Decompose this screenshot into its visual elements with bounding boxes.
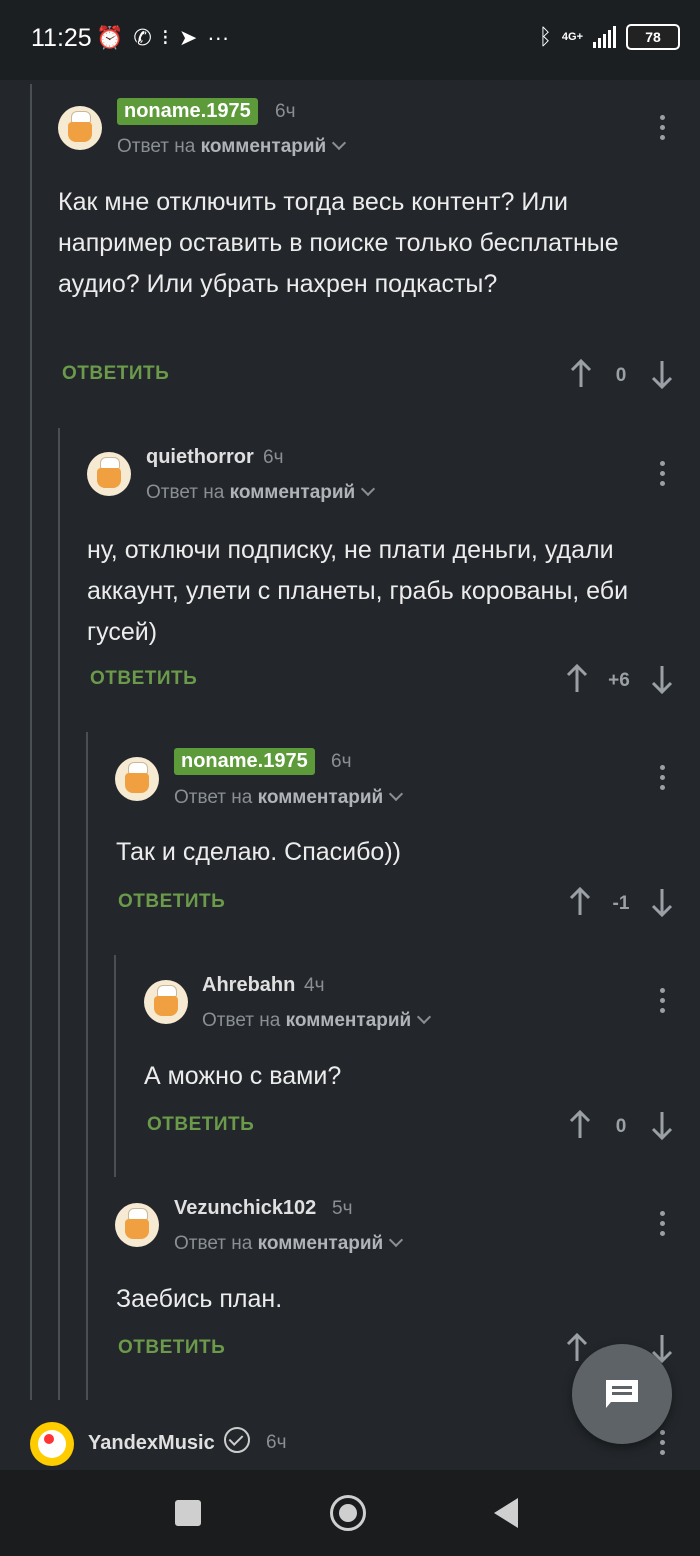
reply-to[interactable]: Ответ на комментарий [174, 786, 404, 809]
comment-fab-button[interactable] [572, 1344, 672, 1444]
thread-line [86, 732, 88, 1400]
vote-count: 0 [615, 1116, 627, 1137]
upvote-icon[interactable] [565, 664, 589, 694]
system-nav-bar [0, 1470, 700, 1556]
downvote-icon[interactable] [650, 359, 674, 389]
avatar[interactable] [115, 757, 159, 801]
thread-line [58, 428, 60, 1400]
avatar[interactable] [87, 452, 131, 496]
verified-icon [224, 1427, 250, 1453]
author-name[interactable]: quiethorror [146, 446, 254, 469]
downvote-icon[interactable] [650, 1110, 674, 1140]
chevron-down-icon [332, 135, 347, 151]
more-options-icon[interactable] [658, 461, 666, 491]
whatsapp-icon: ✆ [133, 25, 152, 50]
more-options-icon[interactable] [658, 988, 666, 1018]
thread-line [30, 84, 32, 1400]
comment-text: А можно с вами? [144, 1062, 342, 1090]
recents-button[interactable] [175, 1500, 201, 1526]
comment-text: Как мне отключить тогда весь контент? Ил… [58, 188, 619, 298]
more-notifications-icon: ··· [207, 25, 230, 50]
thread-line [114, 955, 116, 1177]
reply-button[interactable]: ОТВЕТИТЬ [90, 668, 197, 690]
reply-button[interactable]: ОТВЕТИТЬ [118, 1337, 225, 1359]
chevron-down-icon [417, 1009, 432, 1025]
reply-button[interactable]: ОТВЕТИТЬ [147, 1114, 254, 1136]
avatar[interactable] [58, 106, 102, 150]
comment-time: 6ч [263, 447, 284, 468]
reply-button[interactable]: ОТВЕТИТЬ [118, 891, 225, 913]
comment-time: 6ч [266, 1432, 287, 1453]
author-name[interactable]: Ahrebahn [202, 974, 295, 997]
vote-count: +6 [608, 670, 630, 691]
network-type: 4G+ [561, 31, 583, 43]
more-options-icon[interactable] [658, 1430, 666, 1460]
comment-time: 6ч [275, 101, 296, 122]
more-options-icon[interactable] [658, 115, 666, 145]
downvote-icon[interactable] [650, 664, 674, 694]
telegram-icon: ➤ [178, 25, 198, 50]
upvote-icon[interactable] [568, 1110, 592, 1140]
reply-to[interactable]: Ответ на комментарий [174, 1232, 404, 1255]
downvote-icon[interactable] [650, 887, 674, 917]
more-options-icon[interactable] [658, 765, 666, 795]
avatar[interactable] [115, 1203, 159, 1247]
notification-icons: ⏰ ✆ ⁝ ➤ ··· [96, 24, 229, 52]
footsteps-icon: ⁝ [161, 25, 169, 50]
author-name[interactable]: Vezunchick102 [174, 1197, 316, 1220]
avatar[interactable] [144, 980, 188, 1024]
reply-to[interactable]: Ответ на комментарий [146, 481, 376, 504]
vote-count: -1 [612, 893, 630, 914]
more-options-icon[interactable] [658, 1211, 666, 1241]
alarm-icon: ⏰ [96, 25, 124, 50]
reply-button[interactable]: ОТВЕТИТЬ [62, 363, 169, 385]
comment-time: 5ч [332, 1198, 353, 1219]
clock: 11:25 [31, 24, 92, 52]
vote-count: 0 [615, 365, 627, 386]
status-bar: 11:25 ⏰ ✆ ⁝ ➤ ··· ᛒ 4G+ 78 [0, 0, 700, 80]
upvote-icon[interactable] [568, 887, 592, 917]
upvote-icon[interactable] [569, 359, 593, 389]
yandex-music-logo[interactable] [30, 1422, 74, 1466]
bluetooth-icon: ᛒ [538, 24, 552, 49]
reply-to[interactable]: Ответ на комментарий [117, 135, 347, 158]
chevron-down-icon [361, 481, 376, 497]
reply-to[interactable]: Ответ на комментарий [202, 1009, 432, 1032]
comment-time: 4ч [304, 975, 325, 996]
chevron-down-icon [389, 786, 404, 802]
comment-icon [606, 1380, 638, 1408]
signal-icon [593, 26, 616, 48]
comment-time: 6ч [331, 751, 352, 772]
chevron-down-icon [389, 1232, 404, 1248]
author-name[interactable]: YandexMusic [88, 1432, 215, 1455]
comment-text: Так и сделаю. Спасибо)) [116, 838, 401, 866]
home-button[interactable] [330, 1495, 366, 1531]
system-icons: ᛒ 4G+ 78 [539, 24, 680, 50]
comment-text: Заебись план. [116, 1285, 283, 1313]
author-name[interactable]: noname.1975 [174, 748, 315, 775]
battery-icon: 78 [626, 24, 680, 50]
comment-text: ну, отключи подписку, не плати деньги, у… [87, 536, 629, 646]
back-button[interactable] [494, 1498, 518, 1528]
author-name[interactable]: noname.1975 [117, 98, 258, 125]
